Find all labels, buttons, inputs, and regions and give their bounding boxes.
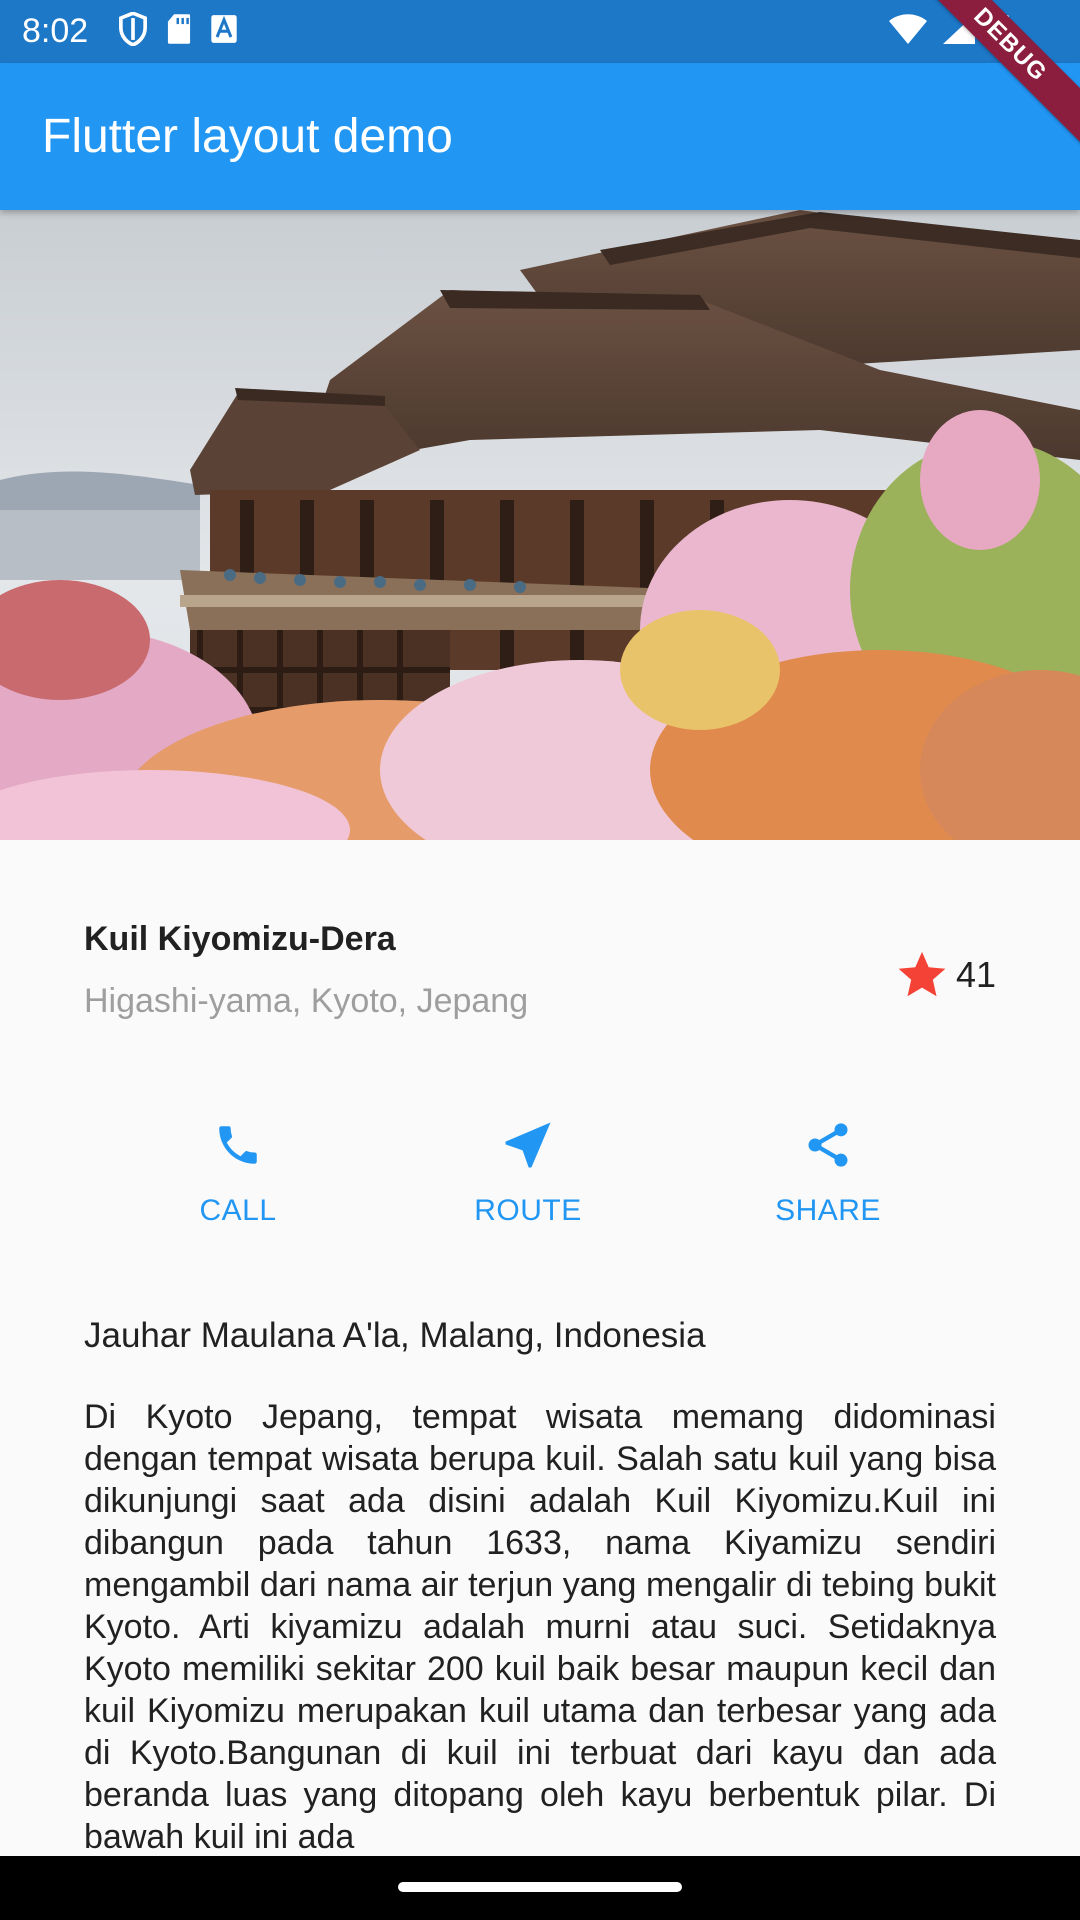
share-button[interactable]: SHARE (708, 1110, 948, 1240)
navigation-icon (505, 1122, 551, 1168)
rating-count: 41 (955, 954, 996, 995)
title-section: Kuil Kiyomizu-Dera Higashi-yama, Kyoto, … (84, 920, 996, 1040)
text-box-icon (211, 15, 237, 43)
app-title: Flutter layout demo (42, 110, 453, 163)
status-bar: 8:02 (0, 0, 1080, 63)
place-name: Kuil Kiyomizu-Dera (84, 920, 396, 958)
call-button[interactable]: CALL (118, 1110, 358, 1240)
button-section: CALL ROUTE SHARE (0, 1110, 1080, 1240)
author-line: Jauhar Maulana A'la, Malang, Indonesia (84, 1316, 706, 1355)
phone-icon (219, 1126, 257, 1164)
status-time: 8:02 (22, 12, 89, 50)
app-bar: Flutter layout demo (0, 63, 1080, 210)
share-label: SHARE (775, 1194, 881, 1227)
hero-image (0, 210, 1080, 840)
route-button[interactable]: ROUTE (408, 1110, 648, 1240)
share-icon (808, 1123, 848, 1167)
wifi-icon (889, 14, 927, 44)
sd-card-icon (167, 14, 191, 44)
place-location: Higashi-yama, Kyoto, Jepang (84, 982, 529, 1020)
shield-icon (119, 12, 147, 46)
description-text: Di Kyoto Jepang, tempat wisata memang di… (84, 1398, 996, 1856)
home-gesture-handle[interactable] (398, 1882, 682, 1892)
route-label: ROUTE (474, 1194, 582, 1227)
text-section: Jauhar Maulana A'la, Malang, Indonesia D… (84, 1312, 996, 1858)
navigation-bar (0, 1856, 1080, 1920)
status-icons-left (118, 12, 238, 46)
call-label: CALL (199, 1194, 277, 1227)
rating: 41 (896, 950, 996, 1000)
star-icon (898, 951, 946, 997)
